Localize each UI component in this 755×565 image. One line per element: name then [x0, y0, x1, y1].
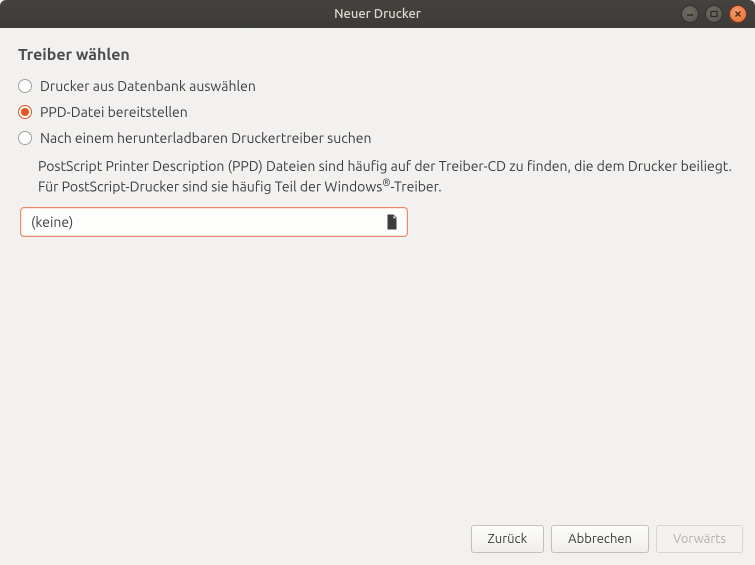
option-ppd[interactable]: PPD-Datei bereitstellen [18, 104, 737, 120]
cancel-button-label: Abbrechen [568, 532, 632, 546]
titlebar: Neuer Drucker [0, 0, 755, 28]
file-chooser-value: (keine) [31, 214, 383, 230]
forward-button: Vorwärts [656, 525, 743, 553]
maximize-button[interactable] [705, 5, 723, 23]
back-button[interactable]: Zurück [471, 525, 545, 553]
radio-icon [18, 79, 32, 93]
option-download[interactable]: Nach einem herunterladbaren Druckertreib… [18, 130, 737, 146]
dialog-footer: Zurück Abbrechen Vorwärts [0, 513, 755, 565]
back-button-label: Zurück [488, 532, 528, 546]
close-icon [733, 9, 743, 19]
radio-icon [18, 131, 32, 145]
dialog-content: Treiber wählen Drucker aus Datenbank aus… [0, 28, 755, 513]
option-download-label: Nach einem herunterladbaren Druckertreib… [40, 130, 371, 146]
minimize-icon [685, 9, 695, 19]
cancel-button[interactable]: Abbrechen [551, 525, 649, 553]
window-controls [681, 5, 747, 23]
maximize-icon [709, 9, 719, 19]
ppd-description: PostScript Printer Description (PPD) Dat… [38, 156, 737, 197]
window-title: Neuer Drucker [334, 7, 421, 21]
minimize-button[interactable] [681, 5, 699, 23]
option-database[interactable]: Drucker aus Datenbank auswählen [18, 78, 737, 94]
document-icon [383, 213, 401, 231]
ppd-file-chooser[interactable]: (keine) [20, 207, 408, 237]
close-button[interactable] [729, 5, 747, 23]
page-heading: Treiber wählen [18, 46, 737, 64]
radio-icon [18, 105, 32, 119]
option-database-label: Drucker aus Datenbank auswählen [40, 78, 256, 94]
forward-button-label: Vorwärts [673, 532, 726, 546]
option-ppd-label: PPD-Datei bereitstellen [40, 104, 188, 120]
